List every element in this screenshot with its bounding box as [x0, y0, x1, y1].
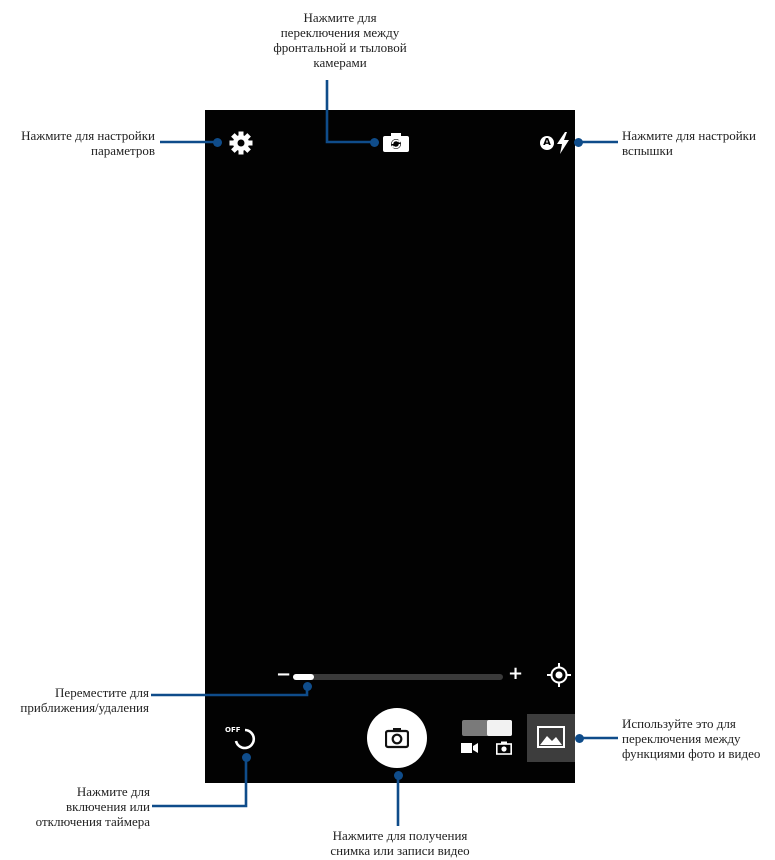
timer-icon: [234, 728, 256, 750]
leader-dot-mode-switch: [575, 734, 584, 743]
leader-dot-shutter: [394, 771, 403, 780]
photo-camera-icon[interactable]: [496, 741, 512, 755]
timer-button[interactable]: OFF: [225, 724, 259, 752]
gear-icon[interactable]: [228, 130, 254, 156]
flash-mode-label: A: [543, 137, 551, 148]
shutter-button[interactable]: [367, 708, 427, 768]
focus-target-icon[interactable]: [546, 662, 572, 688]
callout-timer: Нажмите для включения или отключения тай…: [35, 784, 150, 829]
photo-video-toggle[interactable]: [462, 720, 512, 736]
flash-mode-badge: A: [540, 136, 554, 150]
leader-dot-flash: [574, 138, 583, 147]
callout-shutter: Нажмите для получения снимка или записи …: [330, 828, 470, 858]
video-camera-icon[interactable]: [461, 742, 479, 754]
leader-dot-zoom: [303, 682, 312, 691]
zoom-out-sign[interactable]: −: [276, 664, 291, 685]
callout-switch-camera: Нажмите для переключения между фронтальн…: [273, 10, 407, 70]
zoom-slider[interactable]: [293, 674, 503, 680]
callout-flash: Нажмите для настройки вспышки: [622, 128, 756, 158]
gallery-button[interactable]: [527, 714, 575, 762]
callout-settings: Нажмите для настройки параметров: [21, 128, 155, 158]
flash-auto-icon[interactable]: A: [538, 130, 574, 156]
leader-dot-switch-camera: [370, 138, 379, 147]
callout-zoom: Переместите для приближения/удаления: [20, 685, 149, 715]
callout-mode-switch: Используйте это для переключения между ф…: [622, 716, 761, 761]
zoom-slider-handle[interactable]: [293, 674, 314, 680]
leader-dot-timer: [242, 753, 251, 762]
gallery-image-icon: [537, 726, 565, 748]
toggle-knob[interactable]: [487, 720, 512, 736]
camera-icon: [385, 728, 409, 749]
camera-switch-icon[interactable]: [380, 130, 412, 156]
lightning-icon: [557, 132, 569, 154]
zoom-in-sign[interactable]: +: [508, 663, 523, 684]
leader-dot-settings: [213, 138, 222, 147]
